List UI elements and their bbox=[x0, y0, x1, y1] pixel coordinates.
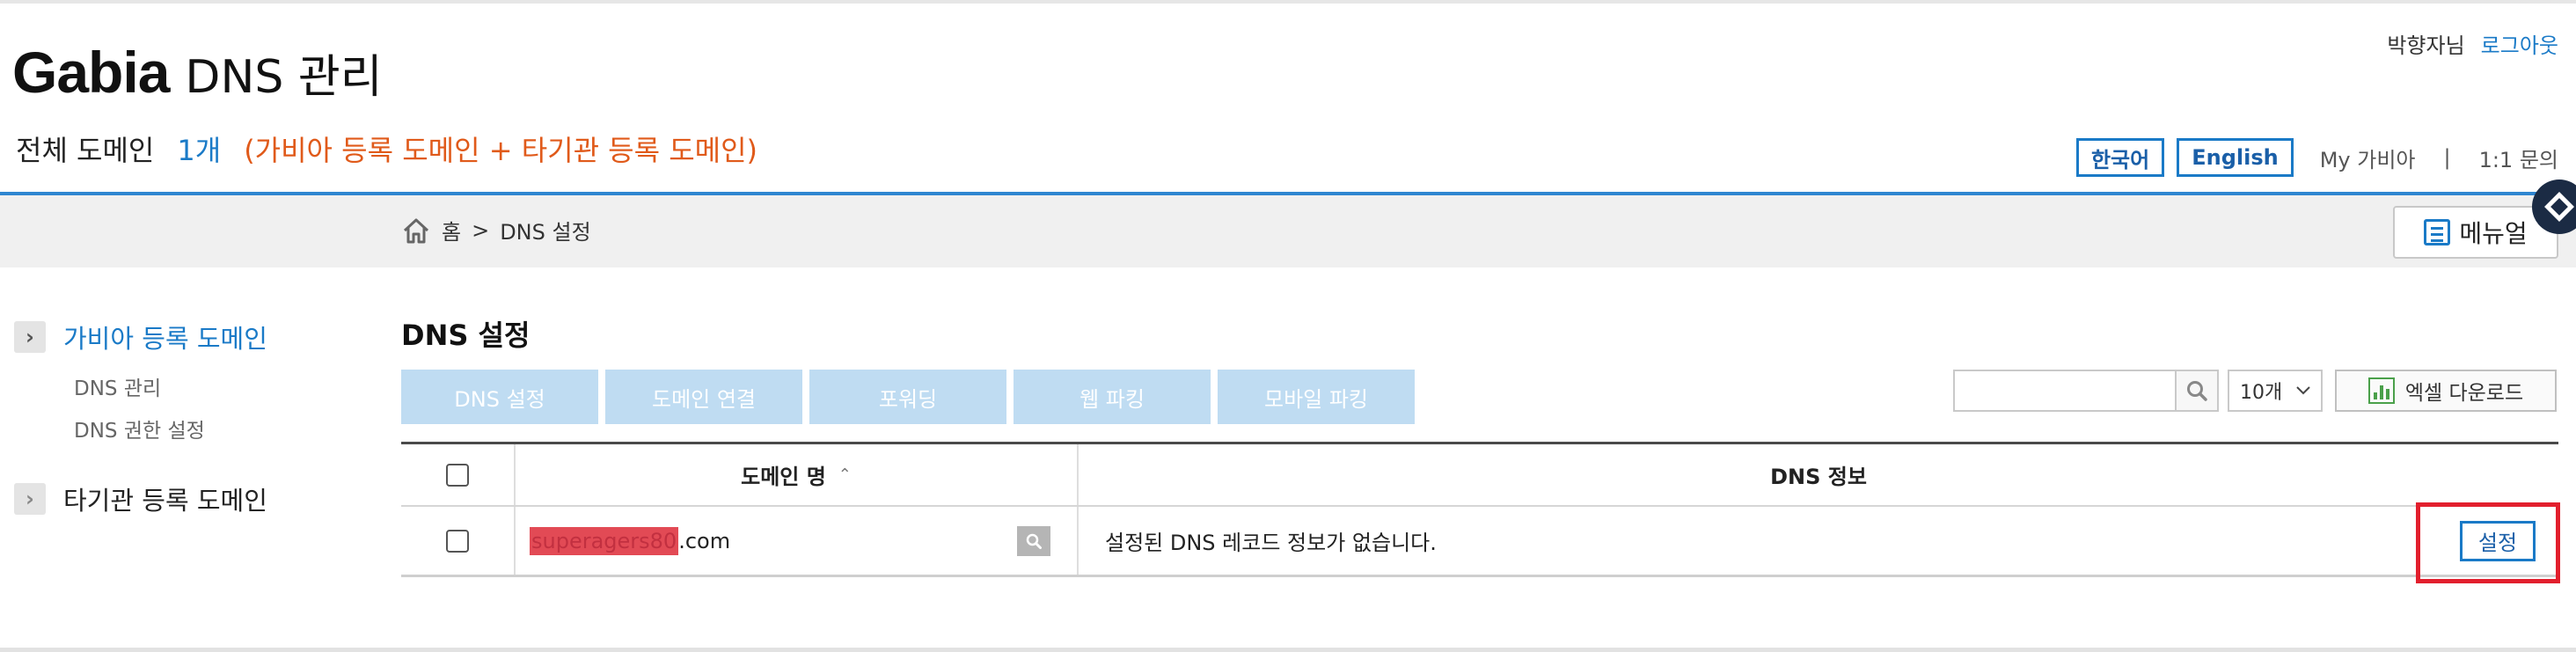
table-tools: 10개 엑셀 다운로드 bbox=[1953, 370, 2557, 412]
search-button[interactable] bbox=[2175, 371, 2217, 410]
tab-domain-connect[interactable]: 도메인 연결 bbox=[605, 370, 802, 424]
home-icon[interactable] bbox=[401, 216, 431, 245]
domain-name: superagers80 .com bbox=[530, 526, 731, 555]
summary-label: 전체 도메인 bbox=[16, 134, 155, 167]
excel-download-label: 엑셀 다운로드 bbox=[2404, 382, 2524, 405]
sidebar-item-dns-manage[interactable]: DNS 관리 bbox=[74, 371, 366, 401]
tab-dns-settings[interactable]: DNS 설정 bbox=[401, 370, 598, 424]
search-input[interactable] bbox=[1955, 371, 2175, 410]
action-tabs: DNS 설정 도메인 연결 포워딩 웹 파킹 모바일 파킹 bbox=[401, 370, 1415, 424]
chevron-right-icon: › bbox=[14, 321, 46, 353]
page-title: DNS 설정 bbox=[401, 319, 531, 352]
page-size-value: 10개 bbox=[2240, 382, 2283, 404]
dns-setting-button[interactable]: 설정 bbox=[2460, 520, 2536, 561]
header-check-cell bbox=[401, 444, 516, 505]
lang-korean-button[interactable]: 한국어 bbox=[2075, 138, 2165, 177]
util-separator: | bbox=[2443, 145, 2451, 170]
app-title: Gabia DNS 관리 bbox=[12, 39, 383, 109]
select-all-checkbox[interactable] bbox=[446, 463, 469, 487]
sidebar-group-other-title: 타기관 등록 도메인 bbox=[63, 486, 267, 516]
bottom-border bbox=[0, 648, 2576, 652]
search-icon bbox=[2187, 381, 2207, 401]
my-gabia-link[interactable]: My 가비아 bbox=[2320, 143, 2416, 173]
chevron-right-icon: › bbox=[14, 483, 46, 515]
domain-tld: .com bbox=[678, 528, 731, 553]
row-check-cell bbox=[401, 507, 516, 575]
chart-icon bbox=[2367, 377, 2395, 404]
table-header: 도메인 명 ⌃ DNS 정보 bbox=[401, 444, 2558, 507]
sidebar-group-gabia[interactable]: › 가비아 등록 도메인 bbox=[14, 319, 366, 355]
chevron-down-icon bbox=[2296, 386, 2310, 395]
sort-asc-icon[interactable]: ⌃ bbox=[838, 465, 852, 484]
inquiry-link[interactable]: 1:1 문의 bbox=[2479, 143, 2558, 173]
page-size-select[interactable]: 10개 bbox=[2228, 370, 2323, 412]
summary-note: (가비아 등록 도메인 + 타기관 등록 도메인) bbox=[244, 134, 758, 167]
breadcrumb-arrow: > bbox=[472, 217, 490, 243]
sidebar-group-other[interactable]: › 타기관 등록 도메인 bbox=[14, 480, 366, 517]
breadcrumb-current: DNS 설정 bbox=[500, 220, 591, 245]
row-dns-info-cell: 설정된 DNS 레코드 정보가 없습니다. 설정 bbox=[1079, 507, 2558, 575]
manual-label: 메뉴얼 bbox=[2459, 219, 2528, 248]
breadcrumb-home[interactable]: 홈 bbox=[442, 215, 461, 245]
breadcrumb: 홈 > DNS 설정 bbox=[401, 215, 591, 245]
manual-icon bbox=[2424, 219, 2451, 245]
domain-summary: 전체 도메인 1개 (가비아 등록 도메인 + 타기관 등록 도메인) bbox=[16, 128, 757, 169]
table-row: superagers80 .com 설정된 DNS 레코드 정보가 없습니다. … bbox=[401, 507, 2558, 577]
search-box bbox=[1953, 370, 2219, 412]
header-domain-cell[interactable]: 도메인 명 ⌃ bbox=[516, 444, 1079, 505]
brand-logo-text: Gabia bbox=[12, 40, 170, 105]
header-dns-info-cell: DNS 정보 bbox=[1079, 444, 2558, 505]
header-domain-label: 도메인 명 bbox=[741, 465, 826, 489]
row-domain-cell: superagers80 .com bbox=[516, 507, 1079, 575]
summary-count: 1개 bbox=[177, 134, 222, 167]
tab-forwarding[interactable]: 포워딩 bbox=[809, 370, 1006, 424]
sidebar: › 가비아 등록 도메인 DNS 관리 DNS 권한 설정 › 타기관 등록 도… bbox=[14, 319, 366, 517]
sidebar-item-dns-permission[interactable]: DNS 권한 설정 bbox=[74, 414, 366, 443]
tab-mobile-parking[interactable]: 모바일 파킹 bbox=[1218, 370, 1415, 424]
breadcrumb-bar: 홈 > DNS 설정 메뉴얼 bbox=[0, 195, 2576, 267]
sidebar-group-gabia-title: 가비아 등록 도메인 bbox=[63, 324, 267, 354]
logout-link[interactable]: 로그아웃 bbox=[2481, 28, 2558, 59]
domain-table: 도메인 명 ⌃ DNS 정보 superagers80 .com 설정된 DNS… bbox=[401, 442, 2558, 577]
dns-info-text: 설정된 DNS 레코드 정보가 없습니다. bbox=[1105, 531, 1437, 555]
domain-name-redacted: superagers80 bbox=[530, 526, 679, 555]
top-border bbox=[0, 0, 2576, 4]
excel-download-button[interactable]: 엑셀 다운로드 bbox=[2335, 370, 2557, 412]
search-icon bbox=[1026, 533, 1042, 549]
user-area: 박향자님 로그아웃 bbox=[2387, 28, 2558, 59]
domain-search-button[interactable] bbox=[1017, 525, 1050, 556]
row-checkbox[interactable] bbox=[446, 529, 469, 553]
app-title-text: DNS 관리 bbox=[185, 51, 383, 104]
utility-bar: 한국어 English My 가비아 | 1:1 문의 bbox=[2075, 138, 2558, 177]
lang-english-button[interactable]: English bbox=[2177, 138, 2294, 177]
header-dns-info-label: DNS 정보 bbox=[1770, 465, 1867, 489]
user-name: 박향자님 bbox=[2387, 33, 2465, 58]
tab-web-parking[interactable]: 웹 파킹 bbox=[1014, 370, 1211, 424]
